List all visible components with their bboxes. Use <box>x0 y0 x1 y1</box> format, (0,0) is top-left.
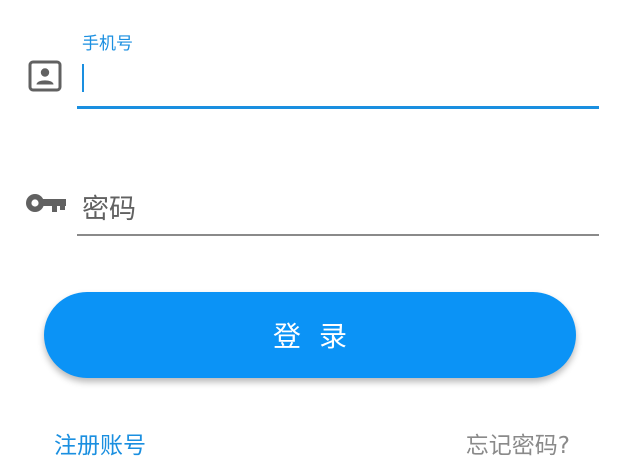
forgot-password-link[interactable]: 忘记密码? <box>466 426 570 460</box>
register-link[interactable]: 注册账号 <box>54 426 146 460</box>
phone-field-label: 手机号 <box>82 34 133 54</box>
phone-field[interactable]: 手机号 <box>0 0 627 120</box>
contact-card-icon <box>28 60 62 92</box>
text-caret <box>82 64 84 92</box>
login-button[interactable]: 登录 <box>44 292 576 378</box>
password-field-underline <box>77 234 599 236</box>
key-icon <box>26 194 66 212</box>
phone-field-underline <box>77 106 599 109</box>
password-placeholder: 密码 <box>82 194 136 225</box>
